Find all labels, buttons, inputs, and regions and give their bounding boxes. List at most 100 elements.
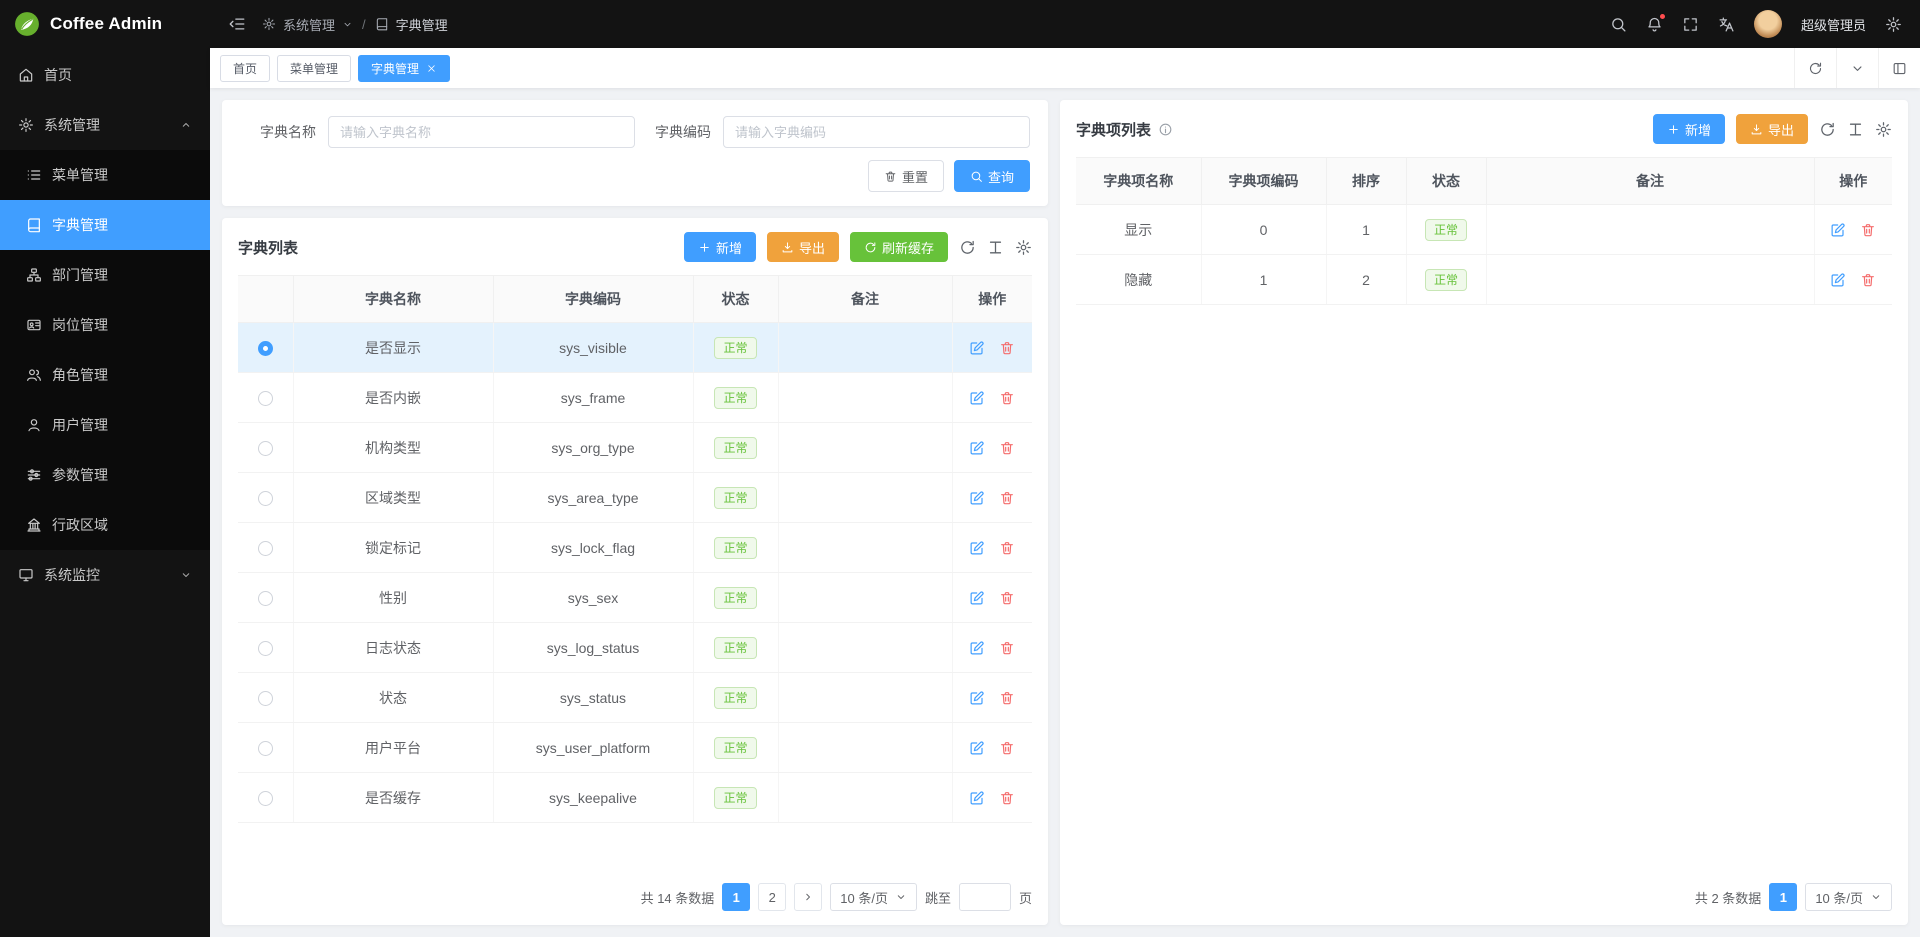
sidebar-item-menu-mgmt[interactable]: 菜单管理 (0, 150, 210, 200)
row-radio[interactable] (258, 591, 273, 606)
sidebar-item-dept-mgmt[interactable]: 部门管理 (0, 250, 210, 300)
fullscreen-icon[interactable] (1682, 16, 1699, 33)
jump-page-input[interactable] (959, 883, 1011, 911)
page-button-1[interactable]: 1 (1769, 883, 1797, 911)
sidebar-item-param-mgmt[interactable]: 参数管理 (0, 450, 210, 500)
row-radio[interactable] (258, 791, 273, 806)
delete-icon[interactable] (999, 390, 1015, 406)
refresh-cache-button[interactable]: 刷新缓存 (850, 232, 948, 262)
tab-dict-mgmt[interactable]: 字典管理 (358, 55, 450, 82)
row-radio[interactable] (258, 641, 273, 656)
row-radio[interactable] (258, 741, 273, 756)
edit-icon[interactable] (969, 440, 985, 456)
delete-icon[interactable] (999, 640, 1015, 656)
info-icon[interactable] (1158, 122, 1173, 137)
bell-icon[interactable] (1646, 16, 1663, 33)
edit-icon[interactable] (969, 640, 985, 656)
density-icon[interactable] (1847, 121, 1864, 138)
table-row[interactable]: 状态 sys_status 正常 (238, 673, 1032, 723)
export-items-button[interactable]: 导出 (1736, 114, 1808, 144)
column-settings-icon[interactable] (1875, 121, 1892, 138)
edit-icon[interactable] (969, 590, 985, 606)
sidebar-item-dict-mgmt[interactable]: 字典管理 (0, 200, 210, 250)
page-size-select[interactable]: 10 条/页 (830, 883, 917, 911)
edit-icon[interactable] (1830, 222, 1846, 238)
delete-icon[interactable] (999, 340, 1015, 356)
table-row[interactable]: 是否显示 sys_visible 正常 (238, 323, 1032, 373)
page-size-select[interactable]: 10 条/页 (1805, 883, 1892, 911)
delete-icon[interactable] (999, 440, 1015, 456)
dict-name-input[interactable] (328, 116, 635, 148)
delete-icon[interactable] (999, 740, 1015, 756)
translate-icon[interactable] (1718, 16, 1735, 33)
sidebar-item-region-mgmt[interactable]: 行政区域 (0, 500, 210, 550)
table-row[interactable]: 是否缓存 sys_keepalive 正常 (238, 773, 1032, 823)
settings-gear-icon[interactable] (1885, 16, 1902, 33)
edit-icon[interactable] (969, 540, 985, 556)
edit-icon[interactable] (969, 490, 985, 506)
user-name[interactable]: 超级管理员 (1801, 15, 1866, 34)
table-row[interactable]: 隐藏 1 2 正常 (1076, 255, 1892, 305)
close-icon[interactable] (426, 63, 437, 74)
reset-button[interactable]: 重置 (868, 160, 944, 192)
menu-fold-icon[interactable] (228, 15, 246, 33)
sidebar-item-system-mgmt[interactable]: 系统管理 (0, 100, 210, 150)
table-row[interactable]: 显示 0 1 正常 (1076, 205, 1892, 255)
table-row[interactable]: 锁定标记 sys_lock_flag 正常 (238, 523, 1032, 573)
next-page-button[interactable] (794, 883, 822, 911)
sidebar-item-system-monitor[interactable]: 系统监控 (0, 550, 210, 600)
refresh-icon[interactable] (959, 239, 976, 256)
delete-icon[interactable] (1860, 272, 1876, 288)
dict-code-input[interactable] (723, 116, 1030, 148)
add-item-button[interactable]: 新增 (1653, 114, 1725, 144)
table-row[interactable]: 性别 sys_sex 正常 (238, 573, 1032, 623)
table-row[interactable]: 是否内嵌 sys_frame 正常 (238, 373, 1032, 423)
avatar[interactable] (1754, 10, 1782, 38)
edit-icon[interactable] (969, 740, 985, 756)
search-icon[interactable] (1610, 16, 1627, 33)
delete-icon[interactable] (999, 790, 1015, 806)
delete-icon[interactable] (999, 540, 1015, 556)
row-radio[interactable] (258, 441, 273, 456)
row-radio[interactable] (258, 391, 273, 406)
edit-icon[interactable] (969, 340, 985, 356)
refresh-icon[interactable] (1819, 121, 1836, 138)
delete-icon[interactable] (999, 590, 1015, 606)
chevron-down-icon[interactable] (1836, 48, 1878, 88)
delete-icon[interactable] (999, 490, 1015, 506)
row-radio[interactable] (258, 341, 273, 356)
sidebar-item-user-mgmt[interactable]: 用户管理 (0, 400, 210, 450)
export-button[interactable]: 导出 (767, 232, 839, 262)
density-icon[interactable] (987, 239, 1004, 256)
tab-menu-mgmt[interactable]: 菜单管理 (277, 55, 351, 82)
sidebar-item-role-mgmt[interactable]: 角色管理 (0, 350, 210, 400)
edit-icon[interactable] (969, 690, 985, 706)
page-button-1[interactable]: 1 (722, 883, 750, 911)
row-radio[interactable] (258, 491, 273, 506)
remark-cell (778, 623, 952, 673)
dict-name-cell: 机构类型 (293, 423, 493, 473)
table-row[interactable]: 日志状态 sys_log_status 正常 (238, 623, 1032, 673)
refresh-icon[interactable] (1794, 48, 1836, 88)
edit-icon[interactable] (1830, 272, 1846, 288)
add-button[interactable]: 新增 (684, 232, 756, 262)
row-radio[interactable] (258, 691, 273, 706)
edit-icon[interactable] (969, 790, 985, 806)
query-button[interactable]: 查询 (954, 160, 1030, 192)
sidebar-item-post-mgmt[interactable]: 岗位管理 (0, 300, 210, 350)
delete-icon[interactable] (1860, 222, 1876, 238)
column-settings-icon[interactable] (1015, 239, 1032, 256)
layout-icon[interactable] (1878, 48, 1920, 88)
row-radio[interactable] (258, 541, 273, 556)
chevron-down-icon[interactable] (342, 19, 353, 30)
tab-home[interactable]: 首页 (220, 55, 270, 82)
app-logo[interactable]: Coffee Admin (0, 0, 210, 48)
breadcrumb-item-system[interactable]: 系统管理 (283, 15, 335, 34)
sidebar-item-home[interactable]: 首页 (0, 50, 210, 100)
table-row[interactable]: 机构类型 sys_org_type 正常 (238, 423, 1032, 473)
table-row[interactable]: 区域类型 sys_area_type 正常 (238, 473, 1032, 523)
edit-icon[interactable] (969, 390, 985, 406)
table-row[interactable]: 用户平台 sys_user_platform 正常 (238, 723, 1032, 773)
page-button-2[interactable]: 2 (758, 883, 786, 911)
delete-icon[interactable] (999, 690, 1015, 706)
